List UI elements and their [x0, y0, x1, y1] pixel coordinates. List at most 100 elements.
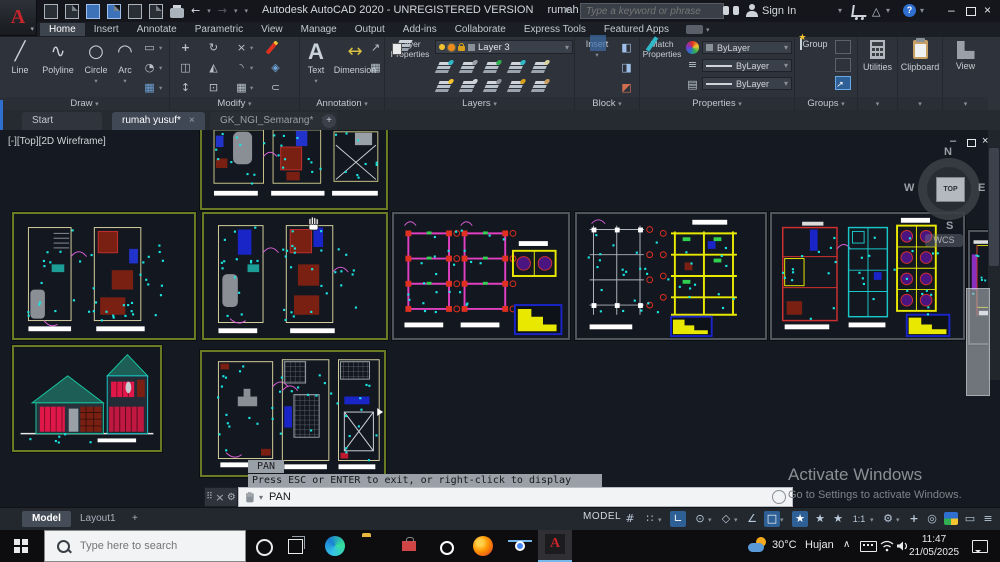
command-close-icon[interactable]: × — [215, 491, 224, 504]
stretch-tool-icon[interactable]: ↕ — [178, 80, 193, 95]
close-tab-icon[interactable]: × — [189, 115, 195, 126]
close-button[interactable]: × — [984, 3, 991, 17]
help-dropdown-icon[interactable]: ▾ — [920, 6, 924, 15]
rectangle-dropdown-icon[interactable]: ▾ — [159, 44, 162, 52]
viewport-controls-label[interactable]: [-][Top][2D Wireframe] — [8, 136, 106, 147]
view-panel-label[interactable]: ▾ — [943, 97, 988, 110]
mirror-tool-icon[interactable]: ◭ — [206, 60, 221, 75]
annotation-visibility-icon[interactable]: ★ — [792, 511, 808, 527]
layer-freeze-icon[interactable] — [448, 43, 455, 51]
linetype-list-icon[interactable]: ▤ — [685, 77, 700, 92]
utilities-panel-label[interactable]: ▾ — [858, 97, 897, 110]
workspace-gear-icon[interactable]: ⚙ — [880, 511, 896, 527]
modify-panel-label[interactable]: Modify ▾ — [170, 97, 299, 110]
ribbon-options-dropdown-icon[interactable]: ▾ — [706, 26, 710, 34]
annotation-scale-dropdown-icon[interactable]: ▾ — [870, 516, 874, 524]
taskbar-search-input[interactable] — [78, 539, 232, 553]
tab-view[interactable]: View — [252, 23, 292, 36]
tab-home[interactable]: Home — [40, 23, 85, 36]
model-tab[interactable]: Model — [22, 511, 71, 527]
panel-utilities[interactable]: Utilities ▾ — [858, 37, 898, 110]
edge-icon[interactable] — [325, 536, 345, 556]
isolate-objects-icon[interactable]: ◎ — [924, 511, 940, 527]
annotation-show-icon[interactable]: ★ — [830, 511, 846, 527]
hatch-tool-icon[interactable]: ▦ — [142, 80, 157, 95]
lineweight-list-icon[interactable]: ≡ — [685, 57, 700, 72]
publish-icon[interactable] — [149, 3, 163, 19]
block-attributes-icon[interactable]: ◩ — [619, 80, 634, 95]
layer-freeze-tool-icon[interactable] — [486, 60, 503, 65]
command-customize-icon[interactable]: ⚙ — [227, 492, 236, 503]
linetype-dropdown[interactable]: ByLayer ▾ — [702, 77, 792, 90]
ungroup-icon[interactable] — [835, 40, 851, 54]
object-color-dropdown[interactable]: ByLayer ▾ — [702, 41, 792, 54]
search-flyout-icon[interactable]: ▸ — [566, 5, 571, 15]
copy-tool-icon[interactable]: ◫ — [178, 60, 193, 75]
color-wheel-icon[interactable] — [686, 41, 699, 54]
object-snap-tracking-icon[interactable]: ∠ — [744, 511, 760, 527]
layer-isolate-icon[interactable] — [438, 60, 455, 65]
ortho-toggle-icon[interactable]: ∟ — [670, 511, 686, 527]
hatch-dropdown-icon[interactable]: ▾ — [159, 84, 162, 92]
cortana-icon[interactable] — [256, 539, 273, 556]
command-line-input[interactable]: ▾ PAN — [238, 487, 793, 507]
offset-tool-icon[interactable]: ⊂ — [268, 80, 283, 95]
tab-insert[interactable]: Insert — [85, 23, 128, 36]
annotation-panel-label[interactable]: Annotation ▾ — [300, 97, 384, 110]
fillet-tool-icon[interactable]: ◝ — [234, 60, 249, 75]
clipboard-panel-label[interactable]: ▾ — [898, 97, 942, 110]
touch-keyboard-icon[interactable] — [860, 541, 877, 552]
help-icon[interactable]: ? — [903, 4, 916, 17]
layer-lock-tool-icon[interactable] — [510, 60, 527, 65]
layer-color-swatch[interactable] — [468, 43, 475, 51]
new-tab-button[interactable]: + — [322, 114, 336, 128]
open-file-icon[interactable] — [65, 3, 79, 19]
signin-dropdown-icon[interactable]: ▾ — [838, 6, 842, 15]
viewcube-west[interactable]: W — [904, 182, 914, 194]
redo-dropdown-icon[interactable]: ▾ — [234, 7, 238, 15]
circle-tool[interactable]: ○ Circle ▾ — [80, 39, 112, 86]
insert-block-button[interactable]: Insert▾ — [581, 39, 613, 60]
maximize-button[interactable] — [966, 7, 976, 16]
array-tool-icon[interactable]: ▦ — [234, 80, 249, 95]
firefox-icon[interactable] — [473, 536, 493, 556]
model-space-badge[interactable]: MODEL — [583, 511, 621, 522]
array-dropdown-icon[interactable]: ▾ — [250, 84, 253, 92]
sign-in-button[interactable]: Sign In — [762, 5, 796, 17]
explode-tool-icon[interactable]: ◈ — [268, 60, 283, 75]
tab-output[interactable]: Output — [346, 23, 394, 36]
text-tool[interactable]: A Text ▾ — [302, 39, 330, 86]
annotation-scale-button[interactable]: 1:1 — [848, 511, 870, 527]
canvas-scrollbar-thumb[interactable] — [989, 148, 999, 266]
layer-dropdown-icon[interactable]: ▾ — [565, 43, 569, 52]
drawing-frame-floorplan-1[interactable] — [12, 212, 196, 340]
layer-on-icon[interactable] — [439, 44, 445, 50]
weather-temp[interactable]: 30°C — [772, 539, 797, 551]
layer-dropdown[interactable]: Layer 3 ▾ — [435, 40, 573, 54]
drawing-frame-structure-3[interactable] — [770, 212, 965, 340]
ellipse-dropdown-icon[interactable]: ▾ — [159, 64, 162, 72]
draw-panel-label[interactable]: Draw ▾ — [0, 97, 169, 110]
file-tab-gk-ngi-semarang[interactable]: GK_NGI_Semarang*× — [210, 112, 338, 130]
viewcube-south[interactable]: S — [946, 220, 953, 232]
leader-tool-icon[interactable]: ↗ — [368, 40, 383, 55]
tab-collaborate[interactable]: Collaborate — [446, 23, 515, 36]
layer-lock-icon[interactable] — [458, 43, 465, 51]
table-tool-icon[interactable]: ▦ — [368, 60, 383, 75]
action-center-icon[interactable] — [972, 540, 988, 553]
layer-properties-button[interactable]: Layer Properties — [387, 39, 433, 59]
layer-match-icon[interactable] — [462, 79, 479, 84]
annotation-autoscale-icon[interactable]: ★ — [812, 511, 828, 527]
print-icon[interactable] — [170, 4, 184, 18]
panel-clipboard[interactable]: Clipboard ▾ — [898, 37, 943, 110]
tab-annotate[interactable]: Annotate — [128, 23, 186, 36]
app-store-cart-icon[interactable] — [851, 5, 868, 17]
wifi-icon[interactable] — [880, 540, 894, 552]
viewcube-north[interactable]: N — [944, 146, 952, 158]
app-menu-button[interactable]: A ▾ — [0, 0, 37, 36]
graphics-performance-icon[interactable] — [944, 512, 958, 525]
workspace-dropdown-icon[interactable]: ▾ — [896, 516, 900, 524]
snap-dropdown-icon[interactable]: ▾ — [658, 516, 662, 524]
group-edit-icon[interactable] — [835, 58, 851, 72]
new-file-icon[interactable] — [44, 3, 58, 19]
